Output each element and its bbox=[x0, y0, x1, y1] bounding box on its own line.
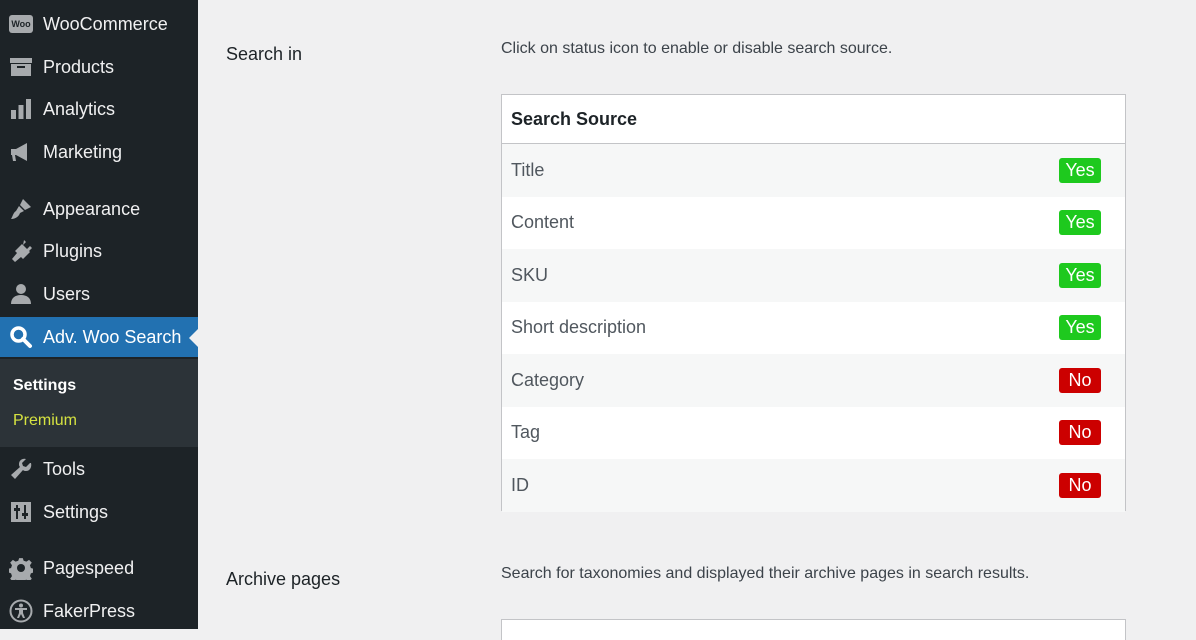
search-in-label: Search in bbox=[226, 44, 303, 64]
submenu-item-premium[interactable]: Premium bbox=[13, 412, 77, 430]
status-toggle-tag[interactable]: No bbox=[1059, 420, 1101, 446]
sidebar-item-marketing[interactable]: Marketing bbox=[0, 132, 198, 172]
user-icon bbox=[8, 281, 34, 307]
sidebar-item-label: Settings bbox=[43, 501, 109, 522]
sidebar-item-label: Users bbox=[43, 283, 91, 304]
megaphone-icon bbox=[8, 139, 34, 165]
sidebar-item-adv-woo-search[interactable]: Adv. Woo Search bbox=[0, 317, 198, 357]
sidebar-item-label: FakerPress bbox=[43, 600, 136, 621]
sidebar-item-label: Tools bbox=[43, 458, 86, 479]
status-toggle-short-description[interactable]: Yes bbox=[1059, 315, 1101, 341]
sidebar-item-appearance[interactable]: Appearance bbox=[0, 189, 198, 229]
paintbrush-icon bbox=[8, 196, 34, 222]
gear-icon bbox=[8, 555, 34, 581]
source-name: Category bbox=[511, 369, 585, 390]
status-toggle-category[interactable]: No bbox=[1059, 367, 1101, 393]
sidebar-item-label: Plugins bbox=[43, 240, 103, 261]
sidebar-item-label: Adv. Woo Search bbox=[43, 326, 182, 347]
archive-pages-table bbox=[501, 619, 1126, 640]
adv-woo-search-submenu: Settings Premium bbox=[0, 359, 198, 447]
sidebar-item-pagespeed[interactable]: Pagespeed bbox=[0, 548, 198, 588]
sidebar-item-tools[interactable]: Tools bbox=[0, 449, 198, 489]
table-row: Tag No bbox=[502, 406, 1125, 459]
source-name: Title bbox=[511, 159, 545, 180]
source-name: SKU bbox=[511, 264, 549, 285]
accessibility-icon bbox=[8, 598, 34, 624]
sidebar-item-woocommerce[interactable]: Woo WooCommerce bbox=[0, 4, 198, 44]
status-toggle-title[interactable]: Yes bbox=[1059, 157, 1101, 183]
sidebar-item-label: Appearance bbox=[43, 198, 141, 219]
sidebar-item-settings[interactable]: Settings bbox=[0, 492, 198, 532]
search-in-description: Click on status icon to enable or disabl… bbox=[501, 40, 893, 57]
woo-icon: Woo bbox=[8, 11, 34, 37]
search-icon bbox=[8, 324, 34, 350]
sidebar-item-analytics[interactable]: Analytics bbox=[0, 89, 198, 129]
wrench-icon bbox=[8, 456, 34, 482]
sidebar-item-fakerpress[interactable]: FakerPress bbox=[0, 591, 198, 631]
table-row: ID No bbox=[502, 459, 1125, 512]
sidebar-item-products[interactable]: Products bbox=[0, 47, 198, 87]
sidebar-item-plugins[interactable]: Plugins bbox=[0, 231, 198, 271]
table-row: Short description Yes bbox=[502, 301, 1125, 354]
sliders-icon bbox=[8, 499, 34, 525]
status-toggle-sku[interactable]: Yes bbox=[1059, 262, 1101, 288]
bar-chart-icon bbox=[8, 96, 34, 122]
source-name: Content bbox=[511, 212, 575, 233]
source-name: ID bbox=[511, 474, 529, 495]
sidebar-item-label: Analytics bbox=[43, 98, 116, 119]
table-row: Category No bbox=[502, 354, 1125, 407]
table-row: Content Yes bbox=[502, 196, 1125, 249]
plug-icon bbox=[8, 238, 34, 264]
table-header: Search Source bbox=[502, 95, 1125, 144]
sidebar-item-label: WooCommerce bbox=[43, 13, 168, 34]
archive-pages-description: Search for taxonomies and displayed thei… bbox=[501, 565, 1030, 582]
status-toggle-content[interactable]: Yes bbox=[1059, 210, 1101, 236]
sidebar-item-label: Pagespeed bbox=[43, 557, 135, 578]
status-toggle-id[interactable]: No bbox=[1059, 472, 1101, 498]
sidebar-item-users[interactable]: Users bbox=[0, 274, 198, 314]
sidebar-item-label: Products bbox=[43, 56, 115, 77]
source-name: Short description bbox=[511, 317, 647, 338]
archive-pages-label: Archive pages bbox=[226, 569, 341, 589]
table-row: SKU Yes bbox=[502, 249, 1125, 302]
table-row: Title Yes bbox=[502, 144, 1125, 197]
source-name: Tag bbox=[511, 422, 541, 443]
archive-box-icon bbox=[8, 54, 34, 80]
sidebar-item-label: Marketing bbox=[43, 141, 123, 162]
admin-sidebar: Woo WooCommerce Products Analytics Marke… bbox=[0, 0, 198, 629]
submenu-item-settings[interactable]: Settings bbox=[13, 377, 76, 395]
search-source-table: Search Source Title Yes Content Yes SKU … bbox=[501, 94, 1126, 512]
